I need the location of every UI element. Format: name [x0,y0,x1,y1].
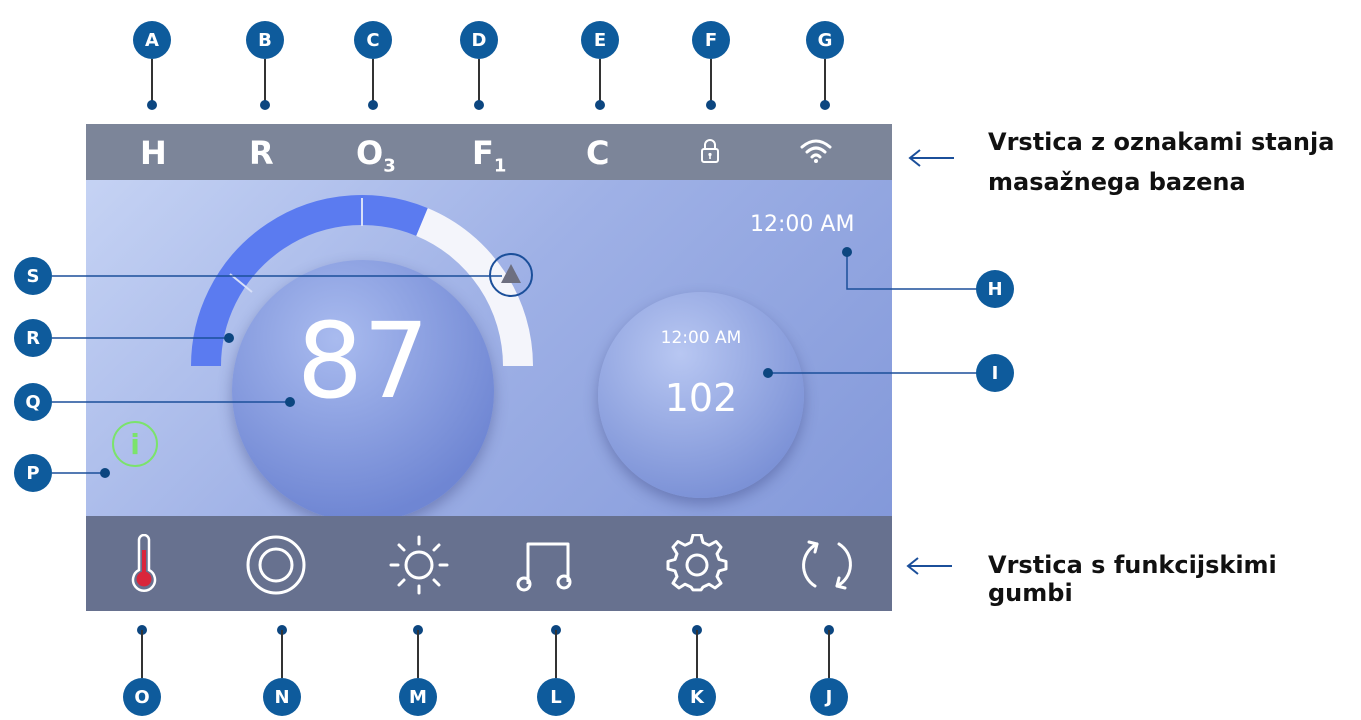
callout-o: O [123,678,161,716]
function-bar-caption: Vrstica s funkcijskimi gumbi [988,551,1277,607]
leader-line-n [281,630,283,678]
status-bar-arrow-icon [908,149,954,167]
callout-l: L [537,678,575,716]
status-bar-caption-line2: masažnega bazena [988,168,1246,196]
leader-dot-h [842,247,852,257]
leader-dot-q [285,397,295,407]
callout-p: P [14,454,52,492]
callout-i: I [976,354,1014,392]
leader-line-k [696,630,698,678]
leader-line-j [828,630,830,678]
function-bar-arrow-icon [906,557,952,575]
callout-j: J [810,678,848,716]
leader-line-l [555,630,557,678]
leader-dot-r [224,333,234,343]
leader-dot-i [763,368,773,378]
leader-dot-p [100,468,110,478]
callout-k: K [678,678,716,716]
callout-q: Q [14,383,52,421]
callout-n: N [263,678,301,716]
callout-h: H [976,270,1014,308]
callout-r: R [14,319,52,357]
leader-line-m [417,630,419,678]
status-bar-caption-line1: Vrstica z oznakami stanja [988,128,1335,156]
left-leader-lines [52,252,990,474]
callout-s: S [14,257,52,295]
callout-m: M [399,678,437,716]
leader-line-o [141,630,143,678]
